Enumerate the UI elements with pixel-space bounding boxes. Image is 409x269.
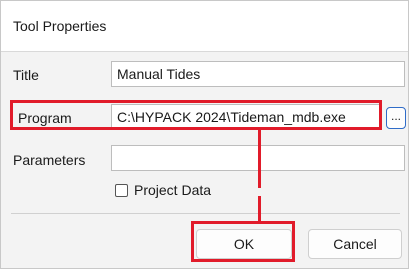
parameters-label: Parameters (13, 152, 86, 168)
ok-button[interactable]: OK (196, 229, 292, 259)
footer-divider (11, 213, 400, 214)
project-data-label: Project Data (134, 182, 212, 198)
program-field[interactable]: C:\HYPACK 2024\Tideman_mdb.exe (111, 104, 382, 130)
cancel-button[interactable]: Cancel (308, 229, 402, 259)
parameters-field[interactable] (111, 145, 405, 171)
checkbox-box[interactable] (115, 184, 128, 197)
program-label: Program (18, 110, 72, 126)
dialog-title: Tool Properties (13, 18, 107, 34)
browse-button[interactable]: ... (386, 107, 406, 129)
title-field[interactable]: Manual Tides (111, 61, 405, 87)
dialog-titlebar: Tool Properties (1, 1, 408, 52)
title-label: Title (13, 67, 39, 83)
tool-properties-dialog: Tool Properties Title Manual Tides Progr… (0, 0, 409, 269)
